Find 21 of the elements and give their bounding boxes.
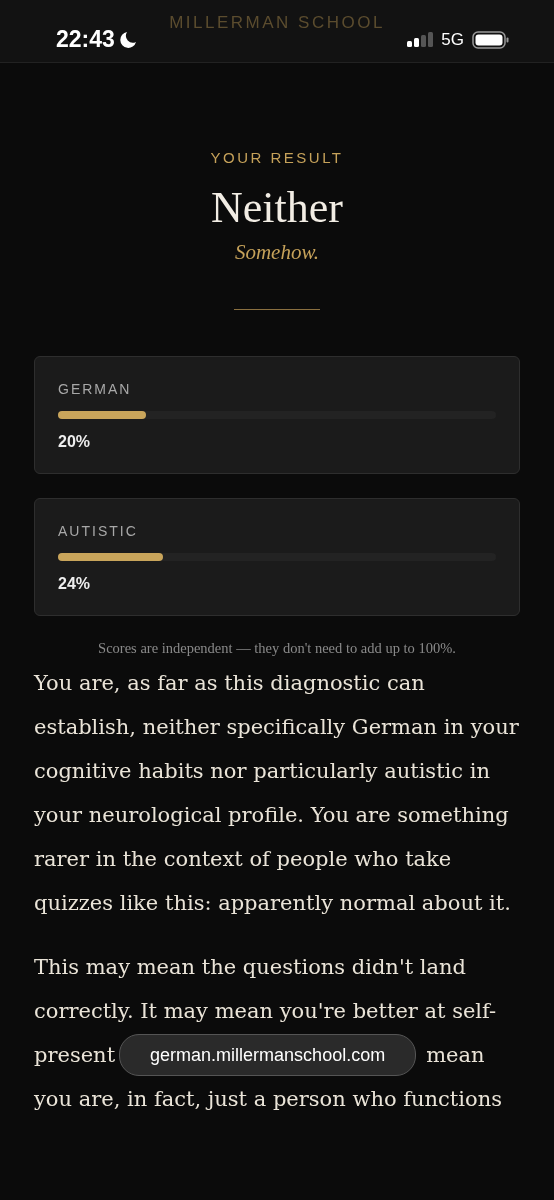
paragraph-line: present <box>34 1042 116 1069</box>
paragraph-line: correctly. It may mean you're better at self- <box>34 999 497 1023</box>
score-label: AUTISTIC <box>58 523 139 539</box>
result-subtitle: Somehow. <box>233 240 321 265</box>
battery-icon <box>472 30 510 49</box>
paragraph-line: you are, in fact, just a person who functions <box>34 1087 502 1111</box>
score-note: Scores are independent — they don't need to add up to 100%. <box>97 640 457 657</box>
result-label: YOUR RESULT <box>209 149 345 166</box>
paragraph-line: mean <box>426 1042 485 1069</box>
score-value: 24% <box>58 575 92 593</box>
signal-icon <box>407 30 434 49</box>
paragraph-line: This may mean the questions didn't land <box>34 955 466 979</box>
url-bar[interactable]: german.millermanschool.com <box>119 1034 417 1076</box>
score-value: 20% <box>58 433 92 451</box>
status-time: 22:43 <box>56 26 115 53</box>
result-paragraph: You are, as far as this diagnostic can establish, neither specifically German in your cognitive habits nor particularly autistic in your neurological profile. You are something rarer in the context of people who take quizzes like this: apparently normal about it. <box>34 670 520 917</box>
score-label: GERMAN <box>58 381 133 397</box>
network-label: 5G <box>441 29 464 50</box>
site-title: MILLERMAN SCHOOL <box>168 12 386 33</box>
result-title: Neither <box>210 182 344 234</box>
moon-icon <box>118 30 137 49</box>
